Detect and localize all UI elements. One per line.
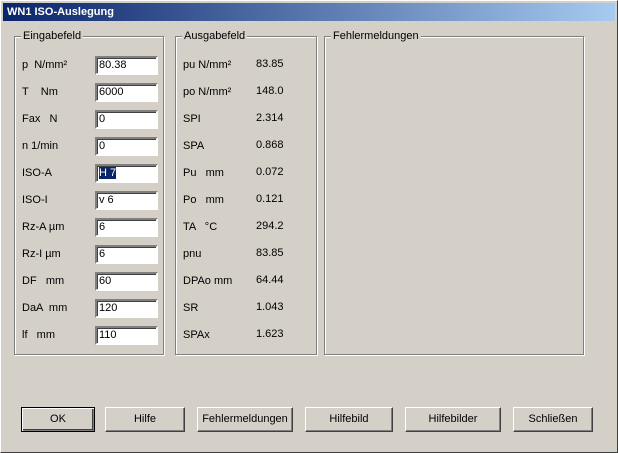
output-value: 0.868: [256, 139, 284, 151]
close-button[interactable]: Schließen: [513, 407, 593, 432]
output-label: SPAx: [183, 329, 210, 341]
output-label: TA °C: [183, 221, 218, 233]
output-label: po N/mm²: [183, 86, 232, 98]
input-label: Rz-I µm: [22, 248, 61, 260]
output-value: 2.314: [256, 112, 284, 124]
output-value: 1.623: [256, 328, 284, 340]
input-label: ISO-I: [22, 194, 48, 206]
output-label: SPA: [183, 140, 205, 152]
input-label: lf mm: [22, 329, 55, 341]
output-value: 294.2: [256, 220, 284, 232]
lf-input[interactable]: 110: [95, 326, 158, 345]
error-messages-button[interactable]: Fehlermeldungen: [197, 407, 293, 432]
input-label: ISO-A: [22, 167, 52, 179]
output-label: DPAo mm: [183, 275, 233, 287]
input-label: n 1/min: [22, 140, 59, 152]
output-value: 0.121: [256, 193, 284, 205]
input-label: DaA mm: [22, 302, 68, 314]
window-title: WN1 ISO-Auslegung: [7, 6, 114, 18]
ok-button[interactable]: OK: [21, 407, 95, 432]
output-value: 0.072: [256, 166, 284, 178]
output-value: 148.0: [256, 85, 284, 97]
input-label: T Nm: [22, 86, 58, 98]
daa-input[interactable]: 120: [95, 299, 158, 318]
output-value: 83.85: [256, 58, 284, 70]
output-value: 64.44: [256, 274, 284, 286]
output-value: 83.85: [256, 247, 284, 259]
input-label: p N/mm²: [22, 59, 68, 71]
title-bar[interactable]: WN1 ISO-Auslegung: [3, 3, 615, 21]
output-label: Pu mm: [183, 167, 224, 179]
error-messages-group: Fehlermeldungen: [324, 30, 584, 355]
iso-a-input[interactable]: H 7: [95, 164, 158, 183]
speed-input[interactable]: 0: [95, 137, 158, 156]
axial-force-input[interactable]: 0: [95, 110, 158, 129]
pressure-input[interactable]: 80.38: [95, 56, 158, 75]
output-group-title: Ausgabefeld: [182, 30, 248, 42]
error-messages-group-title: Fehlermeldungen: [331, 30, 421, 42]
output-label: SPI: [183, 113, 201, 125]
input-label: Fax N: [22, 113, 58, 125]
iso-i-input[interactable]: v 6: [95, 191, 158, 210]
help-image-button[interactable]: Hilfebild: [305, 407, 393, 432]
rz-a-input[interactable]: 6: [95, 218, 158, 237]
output-label: SR: [183, 302, 199, 314]
torque-input[interactable]: 6000: [95, 83, 158, 102]
iso-dialog-window: WN1 ISO-Auslegung Eingabefeld Ausgabefel…: [0, 0, 618, 453]
rz-i-input[interactable]: 6: [95, 245, 158, 264]
help-button[interactable]: Hilfe: [105, 407, 185, 432]
output-label: Po mm: [183, 194, 224, 206]
input-group-title: Eingabefeld: [21, 30, 84, 42]
help-images-button[interactable]: Hilfebilder: [405, 407, 501, 432]
output-value: 1.043: [256, 301, 284, 313]
input-label: DF mm: [22, 275, 65, 287]
output-label: pu N/mm²: [183, 59, 232, 71]
output-label: pnu: [183, 248, 202, 260]
df-input[interactable]: 60: [95, 272, 158, 291]
input-label: Rz-A µm: [22, 221, 65, 233]
